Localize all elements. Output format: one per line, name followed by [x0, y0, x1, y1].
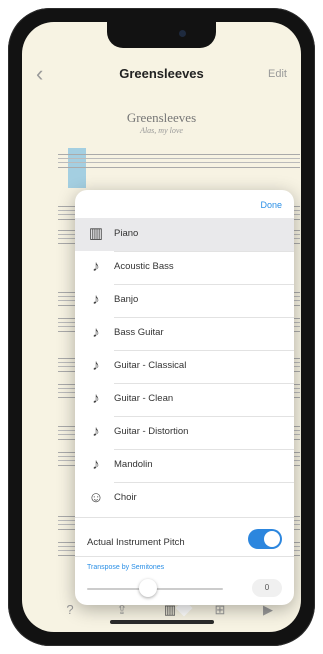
- instrument-label: Mandolin: [114, 459, 153, 470]
- popover-header: Done: [75, 190, 294, 218]
- guitar-icon: ♪: [92, 390, 100, 407]
- guitar-icon: ♪: [92, 456, 100, 473]
- instrument-item[interactable]: ♪ Banjo: [75, 284, 294, 317]
- guitar-icon: ♪: [92, 258, 100, 275]
- instrument-item[interactable]: ▥ Piano: [75, 218, 294, 251]
- instrument-item[interactable]: ♪ Mandolin: [75, 449, 294, 482]
- semitones-value[interactable]: 0: [252, 579, 282, 597]
- pitch-toggle-label: Actual Instrument Pitch: [87, 537, 185, 548]
- guitar-icon: ♪: [92, 357, 100, 374]
- instrument-label: Guitar - Distortion: [114, 426, 189, 437]
- instrument-item[interactable]: ♪ Bass Guitar: [75, 317, 294, 350]
- home-indicator: [110, 620, 214, 624]
- score-subtitle: Alas, my love: [140, 126, 183, 135]
- device-notch: [107, 22, 216, 48]
- edit-button[interactable]: Edit: [268, 68, 287, 80]
- instrument-label: Guitar - Classical: [114, 360, 187, 371]
- transpose-label: Transpose by Semitones: [87, 564, 165, 571]
- instrument-label: Guitar - Clean: [114, 393, 174, 404]
- navigation-bar: ‹ Greensleeves Edit: [22, 56, 301, 96]
- pitch-toggle[interactable]: [248, 529, 282, 549]
- guitar-icon: ♪: [92, 324, 100, 341]
- instrument-label: Piano: [114, 228, 139, 239]
- done-button[interactable]: Done: [260, 200, 282, 210]
- transpose-slider-thumb[interactable]: [139, 579, 157, 597]
- instrument-picker-popover: Done ▥ Piano ♪ Acoustic Bass ♪ Banjo ♪ Bass Gui…: [75, 190, 294, 605]
- phone-frame: ‹ Greensleeves Edit Greensleeves Alas, m…: [8, 8, 315, 646]
- instrument-item[interactable]: ♪ Guitar - Clean: [75, 383, 294, 416]
- instrument-item[interactable]: ☺ Choir: [75, 482, 294, 515]
- piano-keys-icon: ▥: [88, 225, 104, 242]
- score-title: Greensleeves: [126, 110, 197, 125]
- toggle-knob: [264, 531, 280, 547]
- instrument-label: Banjo: [114, 294, 139, 305]
- page-title: Greensleeves: [119, 66, 204, 81]
- instrument-item[interactable]: ♪ Acoustic Bass: [75, 251, 294, 284]
- instrument-item[interactable]: ♪ Guitar - Distortion: [75, 416, 294, 449]
- divider: [75, 517, 294, 518]
- help-icon[interactable]: ?: [62, 602, 78, 618]
- instrument-item[interactable]: ♪ Guitar - Classical: [75, 350, 294, 383]
- app-screen: ‹ Greensleeves Edit Greensleeves Alas, m…: [22, 22, 301, 632]
- choir-icon: ☺: [88, 489, 104, 506]
- guitar-icon: ♪: [92, 291, 100, 308]
- divider: [75, 556, 294, 557]
- instrument-label: Acoustic Bass: [114, 261, 174, 272]
- instrument-label: Bass Guitar: [114, 327, 164, 338]
- instrument-label: Choir: [114, 492, 137, 503]
- staff-line: [58, 154, 300, 168]
- guitar-icon: ♪: [92, 423, 100, 440]
